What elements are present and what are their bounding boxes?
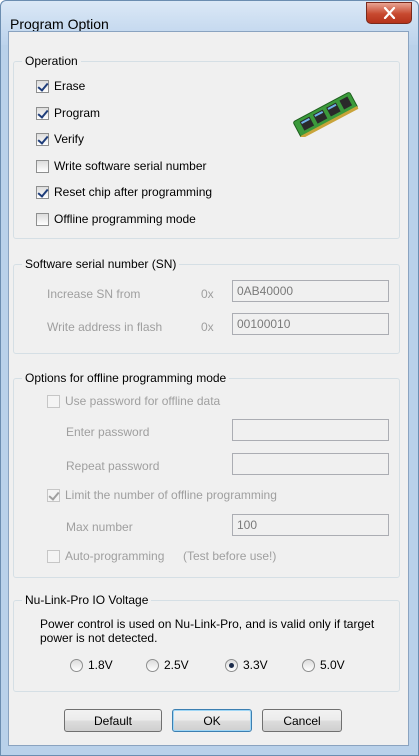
close-button[interactable] — [366, 2, 412, 24]
verify-checkbox[interactable] — [36, 132, 49, 146]
offline-mode-checkbox[interactable] — [36, 212, 49, 226]
voltage-radio-2v5[interactable] — [146, 658, 159, 672]
program-label: Program — [54, 106, 101, 120]
voltage-label-5v0: 5.0V — [320, 658, 345, 672]
erase-checkbox[interactable] — [36, 79, 49, 93]
voltage-option-1v8[interactable]: 1.8V — [70, 658, 113, 672]
reset-chip-option[interactable]: Reset chip after programming — [36, 185, 212, 199]
auto-programming-note: (Test before use!) — [183, 549, 277, 563]
write-sn-option[interactable]: Write software serial number — [36, 159, 207, 173]
program-option[interactable]: Program — [36, 106, 100, 120]
offline-mode-option[interactable]: Offline programming mode — [36, 212, 196, 226]
write-address-prefix: 0x — [201, 320, 214, 334]
voltage-radio-5v0[interactable] — [302, 658, 315, 672]
serial-number-legend: Software serial number (SN) — [22, 257, 180, 271]
reset-chip-checkbox[interactable] — [36, 185, 49, 199]
write-address-input[interactable]: 00100010 — [232, 313, 389, 335]
enter-password-label: Enter password — [66, 425, 150, 439]
increase-sn-label: Increase SN from — [47, 287, 141, 301]
max-number-label: Max number — [66, 520, 133, 534]
voltage-radio-3v3[interactable] — [225, 658, 238, 672]
use-password-option[interactable]: Use password for offline data — [47, 394, 220, 408]
use-password-checkbox[interactable] — [47, 394, 60, 408]
repeat-password-label: Repeat password — [66, 459, 160, 473]
write-sn-checkbox[interactable] — [36, 159, 49, 173]
repeat-password-input[interactable] — [232, 453, 389, 475]
cancel-button[interactable]: Cancel — [262, 709, 342, 732]
default-button[interactable]: Default — [64, 709, 162, 732]
voltage-option-3v3[interactable]: 3.3V — [225, 658, 268, 672]
max-number-input[interactable]: 100 — [232, 514, 389, 536]
enter-password-input[interactable] — [232, 419, 389, 441]
window-title: Program Option — [10, 16, 109, 32]
voltage-label-2v5: 2.5V — [164, 658, 189, 672]
voltage-radio-1v8[interactable] — [70, 658, 83, 672]
auto-programming-checkbox[interactable] — [47, 549, 60, 563]
use-password-label: Use password for offline data — [65, 394, 221, 408]
program-checkbox[interactable] — [36, 106, 49, 120]
ok-button[interactable]: OK — [172, 709, 252, 732]
offline-mode-label: Offline programming mode — [54, 212, 196, 226]
reset-chip-label: Reset chip after programming — [54, 185, 213, 199]
write-address-label: Write address in flash — [47, 320, 163, 334]
limit-programming-option[interactable]: Limit the number of offline programming — [47, 488, 277, 502]
io-voltage-group: Nu-Link-Pro IO Voltage — [13, 593, 400, 692]
voltage-label-1v8: 1.8V — [88, 658, 113, 672]
memory-chip-icon — [293, 92, 359, 137]
write-sn-label: Write software serial number — [54, 159, 207, 173]
close-icon — [383, 7, 396, 19]
verify-option[interactable]: Verify — [36, 132, 84, 146]
auto-programming-option[interactable]: Auto-programming — [47, 549, 164, 563]
offline-options-group: Options for offline programming mode — [13, 371, 400, 578]
serial-number-group: Software serial number (SN) — [13, 257, 400, 354]
erase-option[interactable]: Erase — [36, 79, 85, 93]
offline-options-legend: Options for offline programming mode — [22, 371, 230, 385]
io-voltage-legend: Nu-Link-Pro IO Voltage — [22, 593, 152, 607]
voltage-option-5v0[interactable]: 5.0V — [302, 658, 345, 672]
limit-programming-checkbox[interactable] — [47, 488, 60, 502]
erase-label: Erase — [54, 79, 86, 93]
voltage-label-3v3: 3.3V — [243, 658, 268, 672]
increase-sn-prefix: 0x — [201, 287, 214, 301]
voltage-description: Power control is used on Nu-Link-Pro, an… — [40, 617, 375, 645]
limit-programming-label: Limit the number of offline programming — [65, 488, 277, 502]
auto-programming-label: Auto-programming — [65, 549, 165, 563]
operation-legend: Operation — [22, 54, 81, 68]
increase-sn-input[interactable]: 0AB40000 — [232, 280, 389, 302]
verify-label: Verify — [54, 132, 85, 146]
voltage-option-2v5[interactable]: 2.5V — [146, 658, 189, 672]
